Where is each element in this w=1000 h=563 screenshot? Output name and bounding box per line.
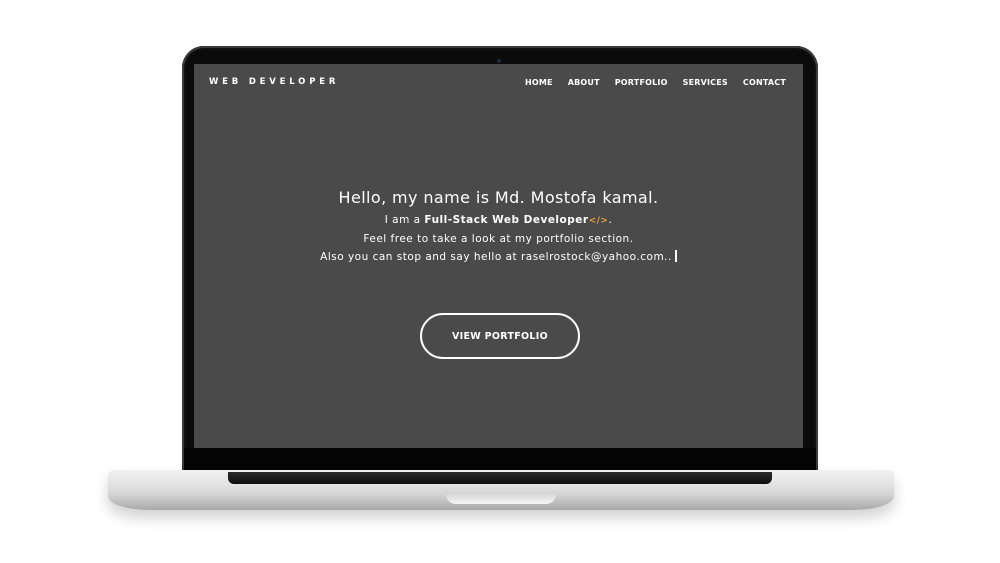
- nav-item-portfolio[interactable]: PORTFOLIO: [615, 78, 668, 87]
- nav-item-services[interactable]: SERVICES: [683, 78, 728, 87]
- laptop-hinge: [228, 472, 772, 484]
- screen-bottom-bezel: [184, 448, 816, 472]
- hero-portfolio-line: Feel free to take a look at my portfolio…: [363, 233, 634, 245]
- code-icon: </>: [588, 216, 609, 226]
- typing-cursor: [674, 250, 677, 262]
- lid-opening-notch: [446, 494, 556, 504]
- laptop-screen: WEB DEVELOPER HOME ABOUT PORTFOLIO SERVI…: [194, 64, 803, 448]
- nav-item-contact[interactable]: CONTACT: [743, 78, 786, 87]
- contact-text: Also you can stop and say hello at rasel…: [320, 251, 672, 263]
- webcam: [497, 59, 501, 63]
- view-portfolio-button[interactable]: VIEW PORTFOLIO: [420, 313, 580, 359]
- nav-item-about[interactable]: ABOUT: [568, 78, 600, 87]
- site-logo-text[interactable]: WEB DEVELOPER: [209, 77, 339, 87]
- hero-title: Hello, my name is Md. Mostofa kamal.: [338, 188, 659, 207]
- hero-role-line: I am a Full-Stack Web Developer</>.: [194, 211, 803, 230]
- role-suffix: .: [608, 214, 613, 226]
- hero-contact-line: Also you can stop and say hello at rasel…: [194, 248, 803, 266]
- role-prefix: I am a: [384, 214, 425, 226]
- nav-item-home[interactable]: HOME: [525, 78, 553, 87]
- hero-section: Hello, my name is Md. Mostofa kamal. I a…: [194, 188, 803, 266]
- top-navigation: WEB DEVELOPER HOME ABOUT PORTFOLIO SERVI…: [194, 64, 803, 102]
- role-text: Full-Stack Web Developer: [424, 214, 589, 226]
- nav-menu: HOME ABOUT PORTFOLIO SERVICES CONTACT: [525, 78, 786, 87]
